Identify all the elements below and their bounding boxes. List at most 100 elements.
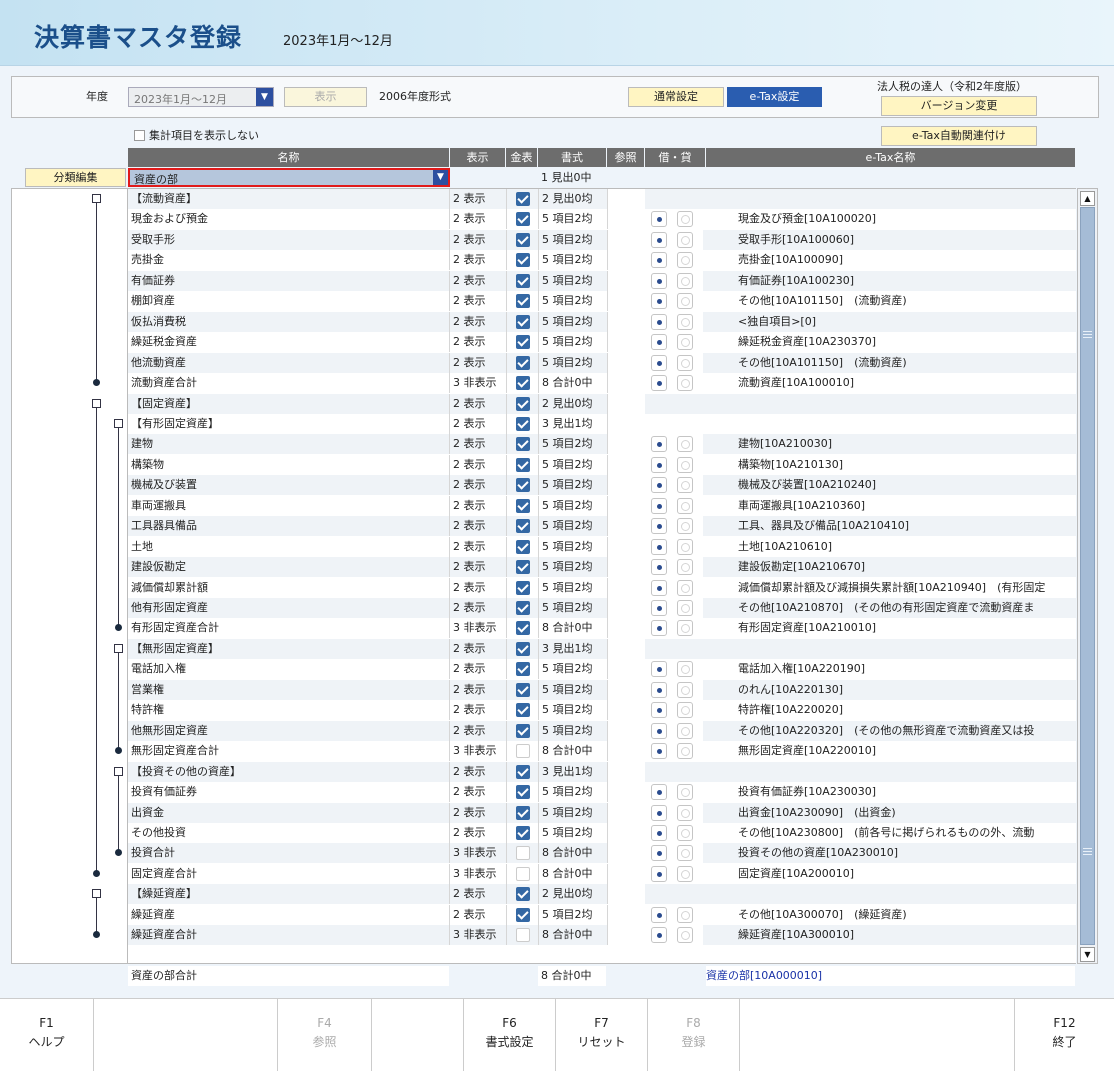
credit-radio[interactable] xyxy=(677,580,693,596)
kinhyo-checkbox[interactable] xyxy=(516,417,530,431)
debit-radio[interactable] xyxy=(651,743,667,759)
debit-radio[interactable] xyxy=(651,559,667,575)
row-ref-cell[interactable] xyxy=(607,475,645,495)
table-row[interactable]: 流動資産合計 3 非表示 8 合計0中 流動資産[10A100010] xyxy=(128,373,1076,393)
table-row[interactable]: 他有形固定資産 2 表示 5 項目2均 その他[10A210870] (その他の有形固… xyxy=(128,598,1076,618)
credit-radio[interactable] xyxy=(677,825,693,841)
debit-radio[interactable] xyxy=(651,845,667,861)
table-row[interactable]: 土地 2 表示 5 項目2均 土地[10A210610] xyxy=(128,537,1076,557)
row-ref-cell[interactable] xyxy=(607,353,645,373)
chevron-down-icon[interactable]: ▼ xyxy=(433,170,448,185)
debit-radio[interactable] xyxy=(651,580,667,596)
credit-radio[interactable] xyxy=(677,682,693,698)
table-row[interactable]: 【投資その他の資産】 2 表示 3 見出1均 xyxy=(128,762,1076,782)
version-change-button[interactable]: バージョン変更 xyxy=(881,96,1037,116)
kinhyo-checkbox[interactable] xyxy=(516,519,530,533)
credit-radio[interactable] xyxy=(677,334,693,350)
table-row[interactable]: 有価証券 2 表示 5 項目2均 有価証券[10A100230] xyxy=(128,271,1076,291)
table-row[interactable]: 繰延資産 2 表示 5 項目2均 その他[10A300070] (繰延資産) xyxy=(128,905,1076,925)
debit-radio[interactable] xyxy=(651,211,667,227)
kinhyo-checkbox[interactable] xyxy=(516,274,530,288)
table-row[interactable]: 固定資産合計 3 非表示 8 合計0中 固定資産[10A200010] xyxy=(128,864,1076,884)
kinhyo-checkbox[interactable] xyxy=(516,212,530,226)
debit-radio[interactable] xyxy=(651,334,667,350)
debit-radio[interactable] xyxy=(651,293,667,309)
credit-radio[interactable] xyxy=(677,866,693,882)
table-row[interactable]: 売掛金 2 表示 5 項目2均 売掛金[10A100090] xyxy=(128,250,1076,270)
kinhyo-checkbox[interactable] xyxy=(516,356,530,370)
table-row[interactable]: 繰延税金資産 2 表示 5 項目2均 繰延税金資産[10A230370] xyxy=(128,332,1076,352)
debit-radio[interactable] xyxy=(651,907,667,923)
table-row[interactable]: 営業権 2 表示 5 項目2均 のれん[10A220130] xyxy=(128,680,1076,700)
row-ref-cell[interactable] xyxy=(607,618,645,638)
row-ref-cell[interactable] xyxy=(607,414,645,434)
credit-radio[interactable] xyxy=(677,927,693,943)
debit-radio[interactable] xyxy=(651,620,667,636)
kinhyo-checkbox[interactable] xyxy=(516,437,530,451)
etax-auto-link-button[interactable]: e-Tax自動関連付け xyxy=(881,126,1037,146)
table-row[interactable]: 【固定資産】 2 表示 2 見出0均 xyxy=(128,394,1076,414)
kinhyo-checkbox[interactable] xyxy=(516,806,530,820)
credit-radio[interactable] xyxy=(677,784,693,800)
row-ref-cell[interactable] xyxy=(607,762,645,782)
table-row[interactable]: 車両運搬具 2 表示 5 項目2均 車両運搬具[10A210360] xyxy=(128,496,1076,516)
debit-radio[interactable] xyxy=(651,539,667,555)
credit-radio[interactable] xyxy=(677,702,693,718)
show-button[interactable]: 表示 xyxy=(284,87,367,107)
kinhyo-checkbox[interactable] xyxy=(516,765,530,779)
row-ref-cell[interactable] xyxy=(607,823,645,843)
row-ref-cell[interactable] xyxy=(607,496,645,516)
row-ref-cell[interactable] xyxy=(607,250,645,270)
row-ref-cell[interactable] xyxy=(607,189,645,209)
debit-radio[interactable] xyxy=(651,477,667,493)
debit-radio[interactable] xyxy=(651,927,667,943)
kinhyo-checkbox[interactable] xyxy=(516,826,530,840)
credit-radio[interactable] xyxy=(677,252,693,268)
kinhyo-checkbox[interactable] xyxy=(516,478,530,492)
debit-radio[interactable] xyxy=(651,600,667,616)
table-row[interactable]: 出資金 2 表示 5 項目2均 出資金[10A230090] (出資金) xyxy=(128,803,1076,823)
credit-radio[interactable] xyxy=(677,661,693,677)
row-ref-cell[interactable] xyxy=(607,312,645,332)
category-edit-button[interactable]: 分類編集 xyxy=(25,168,126,187)
row-ref-cell[interactable] xyxy=(607,578,645,598)
debit-radio[interactable] xyxy=(651,314,667,330)
tree-expander-icon[interactable] xyxy=(114,644,123,653)
table-row[interactable]: 棚卸資産 2 表示 5 項目2均 その他[10A101150] (流動資産) xyxy=(128,291,1076,311)
tree-expander-icon[interactable] xyxy=(114,767,123,776)
debit-radio[interactable] xyxy=(651,457,667,473)
kinhyo-checkbox[interactable] xyxy=(516,192,530,206)
kinhyo-checkbox[interactable] xyxy=(516,601,530,615)
row-ref-cell[interactable] xyxy=(607,557,645,577)
credit-radio[interactable] xyxy=(677,498,693,514)
row-ref-cell[interactable] xyxy=(607,516,645,536)
section-select[interactable]: 資産の部 ▼ xyxy=(128,168,450,187)
credit-radio[interactable] xyxy=(677,375,693,391)
debit-radio[interactable] xyxy=(651,355,667,371)
normal-setting-button[interactable]: 通常設定 xyxy=(628,87,724,107)
row-ref-cell[interactable] xyxy=(607,639,645,659)
row-ref-cell[interactable] xyxy=(607,598,645,618)
credit-radio[interactable] xyxy=(677,805,693,821)
scroll-up-icon[interactable]: ▲ xyxy=(1080,191,1095,206)
credit-radio[interactable] xyxy=(677,620,693,636)
table-row[interactable]: 有形固定資産合計 3 非表示 8 合計0中 有形固定資産[10A210010] xyxy=(128,618,1076,638)
tree-expander-icon[interactable] xyxy=(114,419,123,428)
tree-expander-icon[interactable] xyxy=(92,194,101,203)
table-row[interactable]: 電話加入権 2 表示 5 項目2均 電話加入権[10A220190] xyxy=(128,659,1076,679)
fkey-f6-button[interactable]: F6 書式設定 xyxy=(464,999,556,1071)
table-row[interactable]: 機械及び装置 2 表示 5 項目2均 機械及び装置[10A210240] xyxy=(128,475,1076,495)
kinhyo-checkbox[interactable] xyxy=(516,621,530,635)
credit-radio[interactable] xyxy=(677,355,693,371)
row-ref-cell[interactable] xyxy=(607,925,645,945)
row-ref-cell[interactable] xyxy=(607,843,645,863)
credit-radio[interactable] xyxy=(677,436,693,452)
table-row[interactable]: 他無形固定資産 2 表示 5 項目2均 その他[10A220320] (その他の無形資… xyxy=(128,721,1076,741)
row-ref-cell[interactable] xyxy=(607,332,645,352)
debit-radio[interactable] xyxy=(651,682,667,698)
fkey-f7-button[interactable]: F7 リセット xyxy=(556,999,648,1071)
table-row[interactable]: 仮払消費税 2 表示 5 項目2均 <独自項目>[0] xyxy=(128,312,1076,332)
row-ref-cell[interactable] xyxy=(607,291,645,311)
row-ref-cell[interactable] xyxy=(607,394,645,414)
credit-radio[interactable] xyxy=(677,845,693,861)
